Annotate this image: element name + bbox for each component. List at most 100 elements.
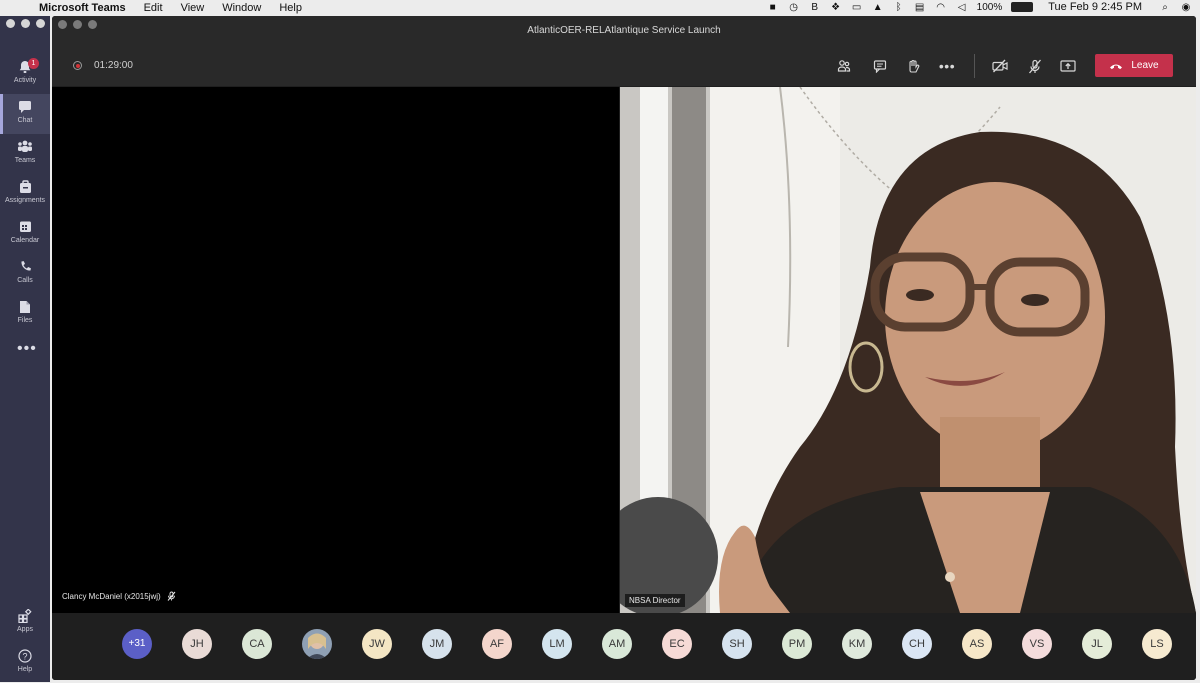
battery-percent: 100% [976,1,1003,13]
participant-avatar[interactable]: JH [182,629,212,659]
more-dots-icon: ••• [938,58,956,74]
more-dots-icon: ••• [17,340,37,357]
menu-status-area: ■ ◷ B ❖ ▭ ▲ ᛒ ▤ ◠ ◁ 100% Tue Feb 9 2:45 … [767,1,1192,13]
participant-name: NBSA Director [629,596,681,605]
app-rail: 1 Activity Chat Teams Assignments Calend… [0,16,50,682]
dropbox-icon[interactable]: ❖ [830,2,842,13]
people-icon [837,60,851,72]
participant-name-tag: NBSA Director [625,594,685,607]
rail-item-activity[interactable]: 1 Activity [0,54,50,94]
keyboard-icon[interactable]: ▤ [914,2,926,13]
share-screen-button[interactable] [1058,56,1078,76]
rail-item-teams[interactable]: Teams [0,134,50,174]
recording-indicator-icon [73,61,82,70]
rail-label: Help [17,666,33,673]
hand-icon [909,59,920,73]
bluetooth-icon[interactable]: ᛒ [893,2,905,13]
macos-menu-bar: Microsoft Teams Edit View Window Help ■ … [0,0,1200,16]
video-tile-right[interactable]: NBSA Director [620,87,1196,613]
participant-video-feed [620,87,1196,613]
camera-off-icon [992,59,1008,73]
phone-icon [17,260,33,274]
spotlight-search-icon[interactable]: ⌕ [1159,2,1171,13]
menu-window[interactable]: Window [222,2,261,14]
calendar-icon [17,220,33,234]
chat-icon [17,100,33,114]
leave-button[interactable]: Leave [1095,54,1173,77]
raise-hand-button[interactable] [903,56,923,76]
siri-icon[interactable]: ◉ [1180,2,1192,13]
participant-avatar[interactable]: LS [1142,629,1172,659]
muted-mic-icon [167,591,176,601]
rail-item-chat[interactable]: Chat [0,94,50,134]
video-tile-left[interactable]: Clancy McDaniel (x2015jwj) [52,87,619,613]
participant-avatar[interactable]: AS [962,629,992,659]
airplay-icon[interactable]: ▲ [872,2,884,13]
timer-status-icon[interactable]: ◷ [788,2,800,13]
participant-avatar[interactable]: JL [1082,629,1112,659]
rail-label: Assignments [4,197,46,204]
participant-avatar[interactable]: LM [542,629,572,659]
participant-avatar[interactable]: CH [902,629,932,659]
mic-toggle-button[interactable] [1025,56,1045,76]
meeting-toolbar: 01:29:00 ••• Leave [52,46,1196,86]
mic-off-icon [1029,59,1041,74]
menu-clock[interactable]: Tue Feb 9 2:45 PM [1048,1,1142,13]
rail-item-calls[interactable]: Calls [0,254,50,294]
rail-item-help[interactable]: ? Help [0,643,50,683]
participant-avatar[interactable]: AF [482,629,512,659]
overflow-participants-button[interactable]: +31 [122,629,152,659]
window-titlebar: AtlanticOER-RELAtlantique Service Launch [52,16,1196,46]
participant-avatar-photo[interactable] [302,629,332,659]
chat-toggle-button[interactable] [870,56,890,76]
rail-label: Calls [17,277,33,284]
app-menus: Microsoft Teams Edit View Window Help [39,2,302,14]
participant-avatar[interactable]: JW [362,629,392,659]
menu-view[interactable]: View [181,2,205,14]
camera-status-icon[interactable]: ■ [767,2,779,13]
assignments-icon [17,180,33,194]
participant-avatar[interactable]: KM [842,629,872,659]
participant-avatar[interactable]: VS [1022,629,1052,659]
toolbar-divider [974,54,975,78]
chat-bubble-icon [873,60,887,73]
rail-label: Chat [17,117,33,124]
apps-icon [17,608,33,624]
meeting-timer: 01:29:00 [94,60,133,71]
rail-item-apps[interactable]: Apps [0,603,50,643]
menu-edit[interactable]: Edit [144,2,163,14]
avatar-photo [302,629,332,659]
teams-icon [17,140,33,154]
participant-avatar[interactable]: JM [422,629,452,659]
rail-label: Files [17,317,33,324]
wifi-icon[interactable]: ◠ [935,2,947,13]
more-actions-button[interactable]: ••• [937,56,957,76]
menu-help[interactable]: Help [279,2,302,14]
battery-icon[interactable] [1011,2,1034,12]
leave-label: Leave [1131,60,1159,71]
share-screen-icon [1060,60,1076,72]
participants-button[interactable] [834,56,854,76]
file-icon [17,300,33,314]
participant-avatar[interactable]: AM [602,629,632,659]
rail-item-files[interactable]: Files [0,294,50,334]
camera-toggle-button[interactable] [990,56,1010,76]
volume-icon[interactable]: ◁ [956,2,968,13]
rail-item-assignments[interactable]: Assignments [0,174,50,214]
participant-avatar[interactable]: PM [782,629,812,659]
rail-label: Calendar [10,237,40,244]
activity-badge: 1 [28,58,39,69]
help-icon: ? [17,649,33,663]
menu-app-name[interactable]: Microsoft Teams [39,2,126,14]
meeting-window: AtlanticOER-RELAtlantique Service Launch… [52,16,1196,680]
rail-item-calendar[interactable]: Calendar [0,214,50,254]
participant-avatar[interactable]: EC [662,629,692,659]
participant-roster: +31 JH CA JW JM AF LM AM EC SH PM KM CH … [52,613,1196,680]
svg-text:?: ? [22,652,27,662]
tray-icon[interactable]: ▭ [851,2,863,13]
rail-more-button[interactable]: ••• [0,334,50,374]
hang-up-icon [1110,64,1123,69]
bi-status-icon[interactable]: B [809,2,821,13]
participant-avatar[interactable]: CA [242,629,272,659]
participant-avatar[interactable]: SH [722,629,752,659]
